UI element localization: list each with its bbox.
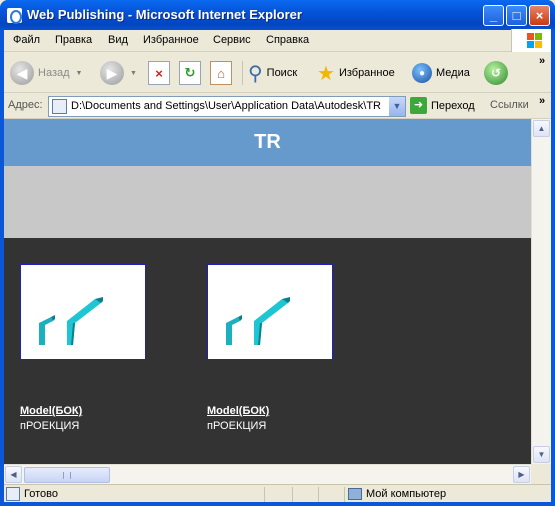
page-icon	[52, 99, 67, 114]
scroll-right-icon[interactable]: ▶	[513, 466, 530, 483]
page-subheader-band	[4, 166, 531, 238]
forward-arrow-icon: ▶	[100, 61, 124, 85]
star-icon: ★	[317, 62, 335, 85]
item-title-link[interactable]: Model(БОК)	[20, 405, 82, 417]
zone-label: Мой компьютер	[366, 488, 447, 500]
horizontal-scrollbar[interactable]: ◀ ▶	[4, 464, 531, 484]
stop-button[interactable]: ×	[148, 58, 170, 88]
forward-dropdown-icon[interactable]: ▼	[130, 70, 137, 77]
toolbar-overflow-icon[interactable]: »	[539, 55, 545, 67]
status-divider	[264, 487, 265, 502]
browser-window: Web Publishing - Microsoft Internet Expl…	[0, 0, 555, 506]
ie-logo-icon	[7, 8, 22, 24]
menu-help[interactable]: Справка	[266, 34, 309, 46]
home-button[interactable]: ⌂	[210, 58, 232, 88]
status-divider	[292, 487, 293, 502]
search-button[interactable]: ⚲ Поиск	[248, 58, 297, 88]
search-icon: ⚲	[248, 62, 263, 85]
stop-icon: ×	[148, 61, 170, 85]
window-title: Web Publishing - Microsoft Internet Expl…	[27, 7, 302, 22]
vertical-scrollbar[interactable]: ▲ ▼	[531, 119, 551, 464]
grip-icon	[63, 472, 71, 479]
menu-file[interactable]: Файл	[13, 34, 40, 46]
back-label: Назад	[38, 67, 70, 79]
menu-tools[interactable]: Сервис	[213, 34, 251, 46]
windows-logo-icon	[511, 29, 551, 52]
history-button[interactable]: ↺	[484, 58, 508, 88]
model-preview-icon	[39, 297, 103, 345]
menu-edit[interactable]: Правка	[55, 34, 92, 46]
go-arrow-icon: ➜	[410, 97, 427, 114]
scroll-down-icon[interactable]: ▼	[533, 446, 550, 463]
menu-view[interactable]: Вид	[108, 34, 128, 46]
back-dropdown-icon[interactable]: ▼	[76, 70, 83, 77]
links-overflow-icon[interactable]: »	[539, 95, 545, 107]
favorites-button[interactable]: ★ Избранное	[317, 58, 395, 88]
home-icon: ⌂	[210, 61, 232, 85]
status-divider	[344, 487, 345, 502]
scroll-left-icon[interactable]: ◀	[5, 466, 22, 483]
computer-icon	[348, 488, 362, 500]
thumbnail-image[interactable]	[207, 264, 333, 360]
scrollbar-corner	[531, 464, 551, 484]
refresh-icon: ↻	[179, 61, 201, 85]
history-icon: ↺	[484, 61, 508, 85]
address-input[interactable]: D:\Documents and Settings\User\Applicati…	[48, 96, 406, 117]
title-bar[interactable]: Web Publishing - Microsoft Internet Expl…	[0, 0, 555, 30]
address-value[interactable]: D:\Documents and Settings\User\Applicati…	[71, 100, 381, 112]
maximize-button[interactable]: □	[506, 5, 527, 26]
address-label: Адрес:	[8, 99, 43, 111]
media-label: Медиа	[436, 67, 470, 79]
media-button[interactable]: ● Медиа	[412, 58, 470, 88]
status-text: Готово	[24, 488, 58, 500]
model-preview-icon	[226, 297, 290, 345]
thumbnail-image[interactable]	[20, 264, 146, 360]
go-label: Переход	[431, 99, 475, 112]
page-status-icon	[6, 487, 20, 501]
status-divider	[318, 487, 319, 502]
back-arrow-icon: ◀	[10, 61, 34, 85]
menu-bar: Файл Правка Вид Избранное Сервис Справка	[4, 29, 551, 52]
item-title-link[interactable]: Model(БОК)	[207, 405, 269, 417]
address-bar: Адрес: D:\Documents and Settings\User\Ap…	[4, 94, 551, 119]
address-dropdown-icon[interactable]: ▼	[388, 97, 405, 116]
close-button[interactable]: ×	[529, 5, 550, 26]
item-subtitle: пРОЕКЦИЯ	[207, 420, 267, 432]
toolbar: ◀ Назад ▼ ▶ ▼ × ↻ ⌂ ⚲ Поиск ★ Избранное …	[4, 53, 551, 93]
menu-favorites[interactable]: Избранное	[143, 34, 199, 46]
search-label: Поиск	[266, 67, 298, 79]
page-title: TR	[4, 119, 531, 166]
forward-button[interactable]: ▶ ▼	[100, 58, 137, 88]
go-button[interactable]: ➜ Переход	[410, 97, 475, 114]
links-label[interactable]: Ссылки	[490, 99, 529, 111]
horizontal-scroll-thumb[interactable]	[24, 467, 110, 483]
window-body: Файл Правка Вид Избранное Сервис Справка…	[4, 29, 551, 502]
item-subtitle: пРОЕКЦИЯ	[20, 420, 80, 432]
status-bar: Готово Мой компьютер	[4, 484, 551, 502]
favorites-label: Избранное	[338, 67, 395, 79]
back-button[interactable]: ◀ Назад ▼	[10, 58, 82, 88]
toolbar-separator	[242, 61, 243, 85]
media-icon: ●	[412, 63, 432, 83]
minimize-button[interactable]: _	[483, 5, 504, 26]
scroll-up-icon[interactable]: ▲	[533, 120, 550, 137]
security-zone: Мой компьютер	[348, 488, 446, 500]
refresh-button[interactable]: ↻	[179, 58, 201, 88]
page-content: TR Model(БОК) пРОЕКЦИЯ Model(БОК) пРОЕКЦ…	[4, 119, 551, 484]
